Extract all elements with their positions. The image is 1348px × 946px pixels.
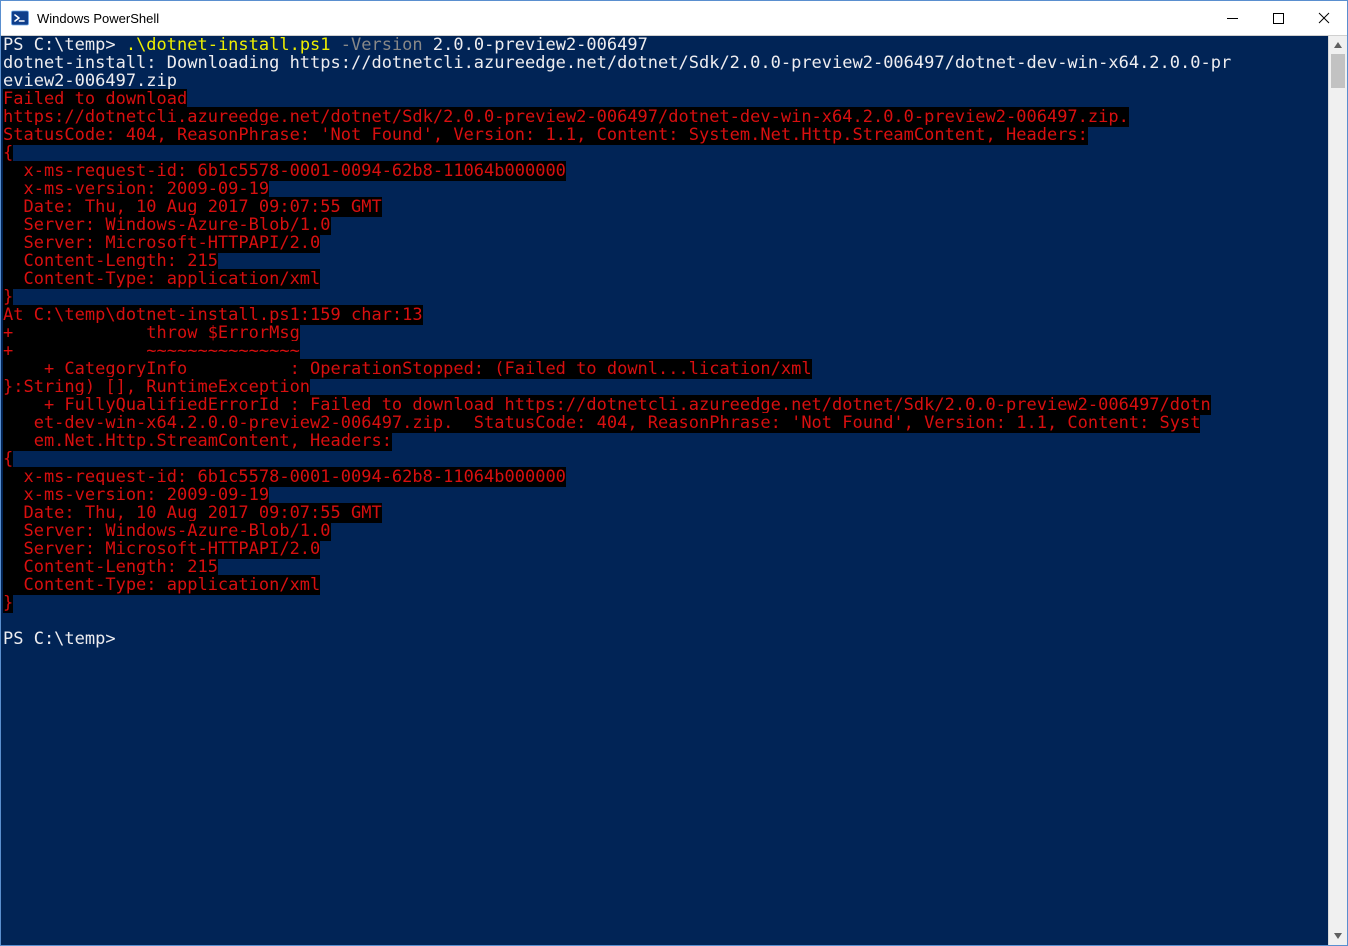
error-line: } bbox=[3, 287, 13, 307]
powershell-window: Windows PowerShell PS C:\temp> .\dotnet-… bbox=[0, 0, 1348, 946]
error-line: + CategoryInfo : OperationStopped: (Fail… bbox=[3, 359, 812, 379]
error-line: Server: Microsoft-HTTPAPI/2.0 bbox=[3, 539, 320, 559]
error-line: Server: Microsoft-HTTPAPI/2.0 bbox=[3, 233, 320, 253]
error-line: Content-Length: 215 bbox=[3, 557, 218, 577]
error-line: Server: Windows-Azure-Blob/1.0 bbox=[3, 521, 331, 541]
console-output[interactable]: PS C:\temp> .\dotnet-install.ps1 -Versio… bbox=[1, 36, 1328, 945]
console-area-wrap: PS C:\temp> .\dotnet-install.ps1 -Versio… bbox=[1, 36, 1347, 945]
error-line: x-ms-version: 2009-09-19 bbox=[3, 485, 269, 505]
error-line: https://dotnetcli.azureedge.net/dotnet/S… bbox=[3, 107, 1129, 127]
close-button[interactable] bbox=[1301, 1, 1347, 35]
error-line: + ~~~~~~~~~~~~~~~ bbox=[3, 341, 300, 361]
scroll-up-button[interactable] bbox=[1329, 36, 1347, 54]
error-line: Content-Type: application/xml bbox=[3, 575, 320, 595]
error-line: { bbox=[3, 449, 13, 469]
error-line: } bbox=[3, 593, 13, 613]
error-line: + throw $ErrorMsg bbox=[3, 323, 300, 343]
error-line: Failed to download bbox=[3, 89, 187, 109]
scroll-down-button[interactable] bbox=[1329, 927, 1347, 945]
output-line: eview2-006497.zip bbox=[3, 72, 1328, 90]
error-line: StatusCode: 404, ReasonPhrase: 'Not Foun… bbox=[3, 125, 1088, 145]
maximize-button[interactable] bbox=[1255, 1, 1301, 35]
error-line: Server: Windows-Azure-Blob/1.0 bbox=[3, 215, 331, 235]
error-line: { bbox=[3, 143, 13, 163]
error-line: }:String) [], RuntimeException bbox=[3, 377, 310, 397]
error-line: Content-Length: 215 bbox=[3, 251, 218, 271]
minimize-button[interactable] bbox=[1209, 1, 1255, 35]
error-line: em.Net.Http.StreamContent, Headers: bbox=[3, 431, 392, 451]
powershell-icon bbox=[11, 9, 29, 27]
titlebar[interactable]: Windows PowerShell bbox=[1, 1, 1347, 36]
error-line: Date: Thu, 10 Aug 2017 09:07:55 GMT bbox=[3, 503, 382, 523]
vertical-scrollbar[interactable] bbox=[1328, 36, 1347, 945]
prompt-prefix: PS C:\temp> bbox=[3, 630, 1328, 648]
error-line: x-ms-version: 2009-09-19 bbox=[3, 179, 269, 199]
scroll-thumb[interactable] bbox=[1331, 54, 1345, 88]
error-line: Date: Thu, 10 Aug 2017 09:07:55 GMT bbox=[3, 197, 382, 217]
error-line: x-ms-request-id: 6b1c5578-0001-0094-62b8… bbox=[3, 467, 566, 487]
error-line: Content-Type: application/xml bbox=[3, 269, 320, 289]
error-line: x-ms-request-id: 6b1c5578-0001-0094-62b8… bbox=[3, 161, 566, 181]
output-line: dotnet-install: Downloading https://dotn… bbox=[3, 54, 1328, 72]
window-title: Windows PowerShell bbox=[37, 11, 159, 26]
error-line: + FullyQualifiedErrorId : Failed to down… bbox=[3, 395, 1211, 415]
error-line: At C:\temp\dotnet-install.ps1:159 char:1… bbox=[3, 305, 423, 325]
error-line: et-dev-win-x64.2.0.0-preview2-006497.zip… bbox=[3, 413, 1200, 433]
